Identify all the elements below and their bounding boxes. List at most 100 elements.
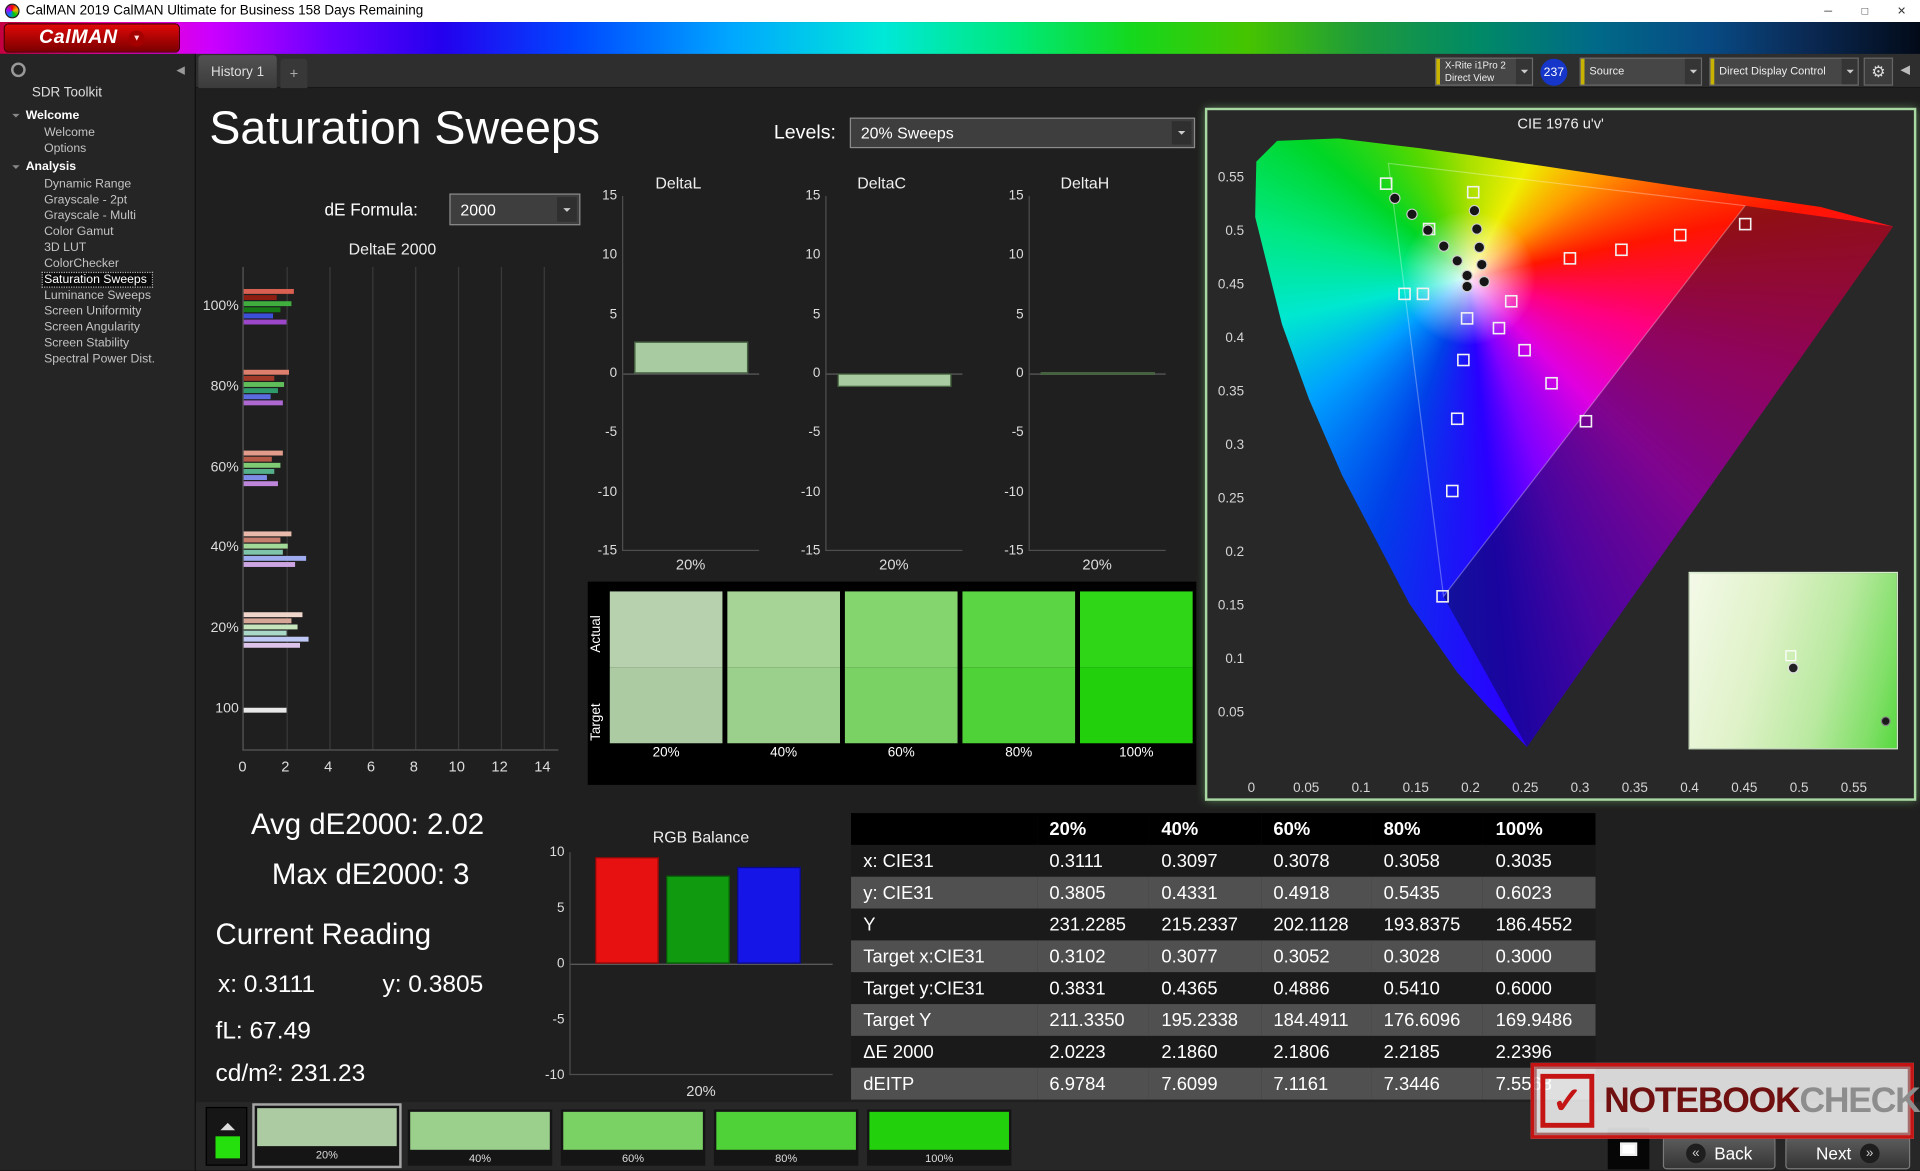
add-tab-button[interactable]: + [280,58,308,89]
sidebar-item-spectral-power-dist-[interactable]: Spectral Power Dist. [0,351,195,367]
tab-strip: History 1 + X-Rite i1Pro 2 Direct View 2… [0,53,1920,89]
rgb-balance-plot-area [569,852,833,1076]
deltah-plot-area [1028,195,1166,552]
calman-logo: CalMAN [38,26,118,48]
deltae2000-chart-title: DeltaE 2000 [348,240,437,259]
level-tile-60%[interactable]: 60% [560,1109,706,1166]
table-cell: 0.5410 [1383,977,1440,999]
table-row-label: y: CIE31 [863,882,934,904]
tab-history-1[interactable]: History 1 [198,55,277,89]
deltal-x-label: 20% [675,555,706,574]
level-tile-80%[interactable]: 80% [713,1109,859,1166]
level-tile-40%[interactable]: 40% [407,1109,553,1166]
cie-tick-label: 0.35 [1218,384,1244,399]
cie-tick-label: 0.45 [1218,277,1244,292]
table-cell: 0.4365 [1161,977,1218,999]
display-control-dropdown[interactable]: Direct Display Control [1709,57,1859,86]
sidebar-title: SDR Toolkit [31,85,102,101]
table-cell: 169.9486 [1495,1009,1573,1031]
sidebar-item-screen-uniformity[interactable]: Screen Uniformity [0,304,195,320]
cie-target-marker [1615,243,1628,257]
target-swatch [727,667,841,744]
cie-measurement-marker [1468,204,1481,217]
sidebar-section[interactable]: Welcome [0,105,195,125]
maximize-button[interactable]: □ [1847,0,1884,22]
deltae-bar [243,642,300,648]
level-tile-20%[interactable]: 20% [252,1103,402,1169]
deltae-bar [243,475,268,481]
swatch-level-label: 60% [887,745,915,761]
cie-measurement-marker [1451,255,1463,267]
x-tick-label: 0 [238,757,247,776]
table-row-label: Target x:CIE31 [863,945,985,967]
level-tile-100%[interactable]: 100% [866,1109,1012,1166]
deltae-bar [243,450,284,456]
sidebar-section[interactable]: Analysis [0,157,195,177]
sidebar-item-dynamic-range[interactable]: Dynamic Range [0,176,195,192]
x-tick-label: 12 [491,757,508,776]
deltae-bar [243,555,306,561]
table-row: Y 231.2285 215.2337 202.1128 193.8375 186.455… [851,908,1596,941]
deltae-bar [243,370,289,376]
swatch-level-label: 40% [770,745,798,761]
deltae-bar [243,561,296,567]
sidebar-item-color-gamut[interactable]: Color Gamut [0,224,195,240]
notebookcheck-watermark: ✓ NOTEBOOK CHECK [1530,1062,1920,1139]
y-tick-label: 15 [805,188,821,204]
current-reading-title: Current Reading [215,918,432,952]
chevron-down-icon: ▼ [128,30,145,46]
sidebar-item-3d-lut[interactable]: 3D LUT [0,240,195,256]
deltal-chart: DeltaL 15 10 5 0 -5 -10 -15 20% [585,174,771,581]
table-column-header: 20% [1037,813,1150,845]
target-swatch [962,667,1076,744]
table-cell: 0.3111 [1049,850,1103,872]
deltae-bar [243,630,287,636]
live-patch-tile[interactable] [205,1106,248,1166]
reading-x: x: 0.3111 [217,971,316,998]
sidebar-item-saturation-sweeps[interactable]: Saturation Sweeps [41,271,154,288]
cie-tick-label: 0.05 [1218,705,1244,720]
close-button[interactable]: ✕ [1883,0,1920,22]
table-cell: 211.3350 [1049,1009,1125,1031]
table-cell: 0.3052 [1273,945,1330,967]
reading-cdm2: cd/m²: 231.23 [215,1060,366,1088]
collapse-right-panel-icon[interactable]: ◀ [1900,64,1909,77]
de-formula-dropdown[interactable]: 2000 [449,193,581,226]
calman-window: CalMAN 2019 CalMAN Ultimate for Business… [0,0,1920,1171]
sidebar-item-screen-angularity[interactable]: Screen Angularity [0,320,195,336]
back-button[interactable]: « Back [1662,1136,1776,1170]
y-tick-label: 0 [812,366,821,381]
sidebar-item-screen-stability[interactable]: Screen Stability [0,336,195,352]
table-row-label: Y [863,914,876,935]
source-dropdown[interactable]: Source [1579,57,1703,86]
collapse-sidebar-icon[interactable]: ◀ [176,64,184,77]
target-swatch [1080,667,1193,744]
calman-menu-button[interactable]: CalMAN ▼ [4,24,179,52]
cie-measurement-marker [1471,223,1483,235]
sidebar-item-options[interactable]: Options [0,141,195,157]
cie-inset-swatch [1688,571,1898,750]
sidebar-item-luminance-sweeps[interactable]: Luminance Sweeps [0,288,195,304]
meter-dropdown[interactable]: X-Rite i1Pro 2 Direct View [1435,57,1534,86]
minimize-button[interactable]: ─ [1810,0,1847,22]
deltae2000-chart: DeltaE 2000 0 2 4 6 8 10 12 14 100% 80% 60% 40% 20% 1… [202,240,572,791]
next-button[interactable]: Next » [1785,1136,1911,1170]
cie-tick-label: 0.1 [1225,651,1244,666]
max-de2000: Max dE2000: 3 [271,858,470,892]
sidebar-item-colorchecker[interactable]: ColorChecker [0,256,195,272]
sidebar-item-grayscale-2pt[interactable]: Grayscale - 2pt [0,192,195,208]
y-tick-label: 5 [1016,306,1024,322]
cie-tick-label: 0.4 [1680,780,1699,795]
levels-dropdown[interactable]: 20% Sweeps [849,117,1196,149]
x-tick-label: 6 [366,757,376,776]
gear-icon[interactable]: ⚙ [1863,57,1894,86]
deltal-bar [634,341,749,374]
target-swatch [609,667,723,744]
deltah-bar [1040,371,1155,375]
sidebar-item-welcome[interactable]: Welcome [0,125,195,141]
y-tick-label: 0 [556,956,565,972]
watermark-text-notebook: NOTEBOOK [1604,1080,1801,1120]
record-icon[interactable] [11,62,26,78]
cie-tick-label: 0.55 [1218,170,1244,185]
sidebar-item-grayscale-multi[interactable]: Grayscale - Multi [0,208,195,224]
